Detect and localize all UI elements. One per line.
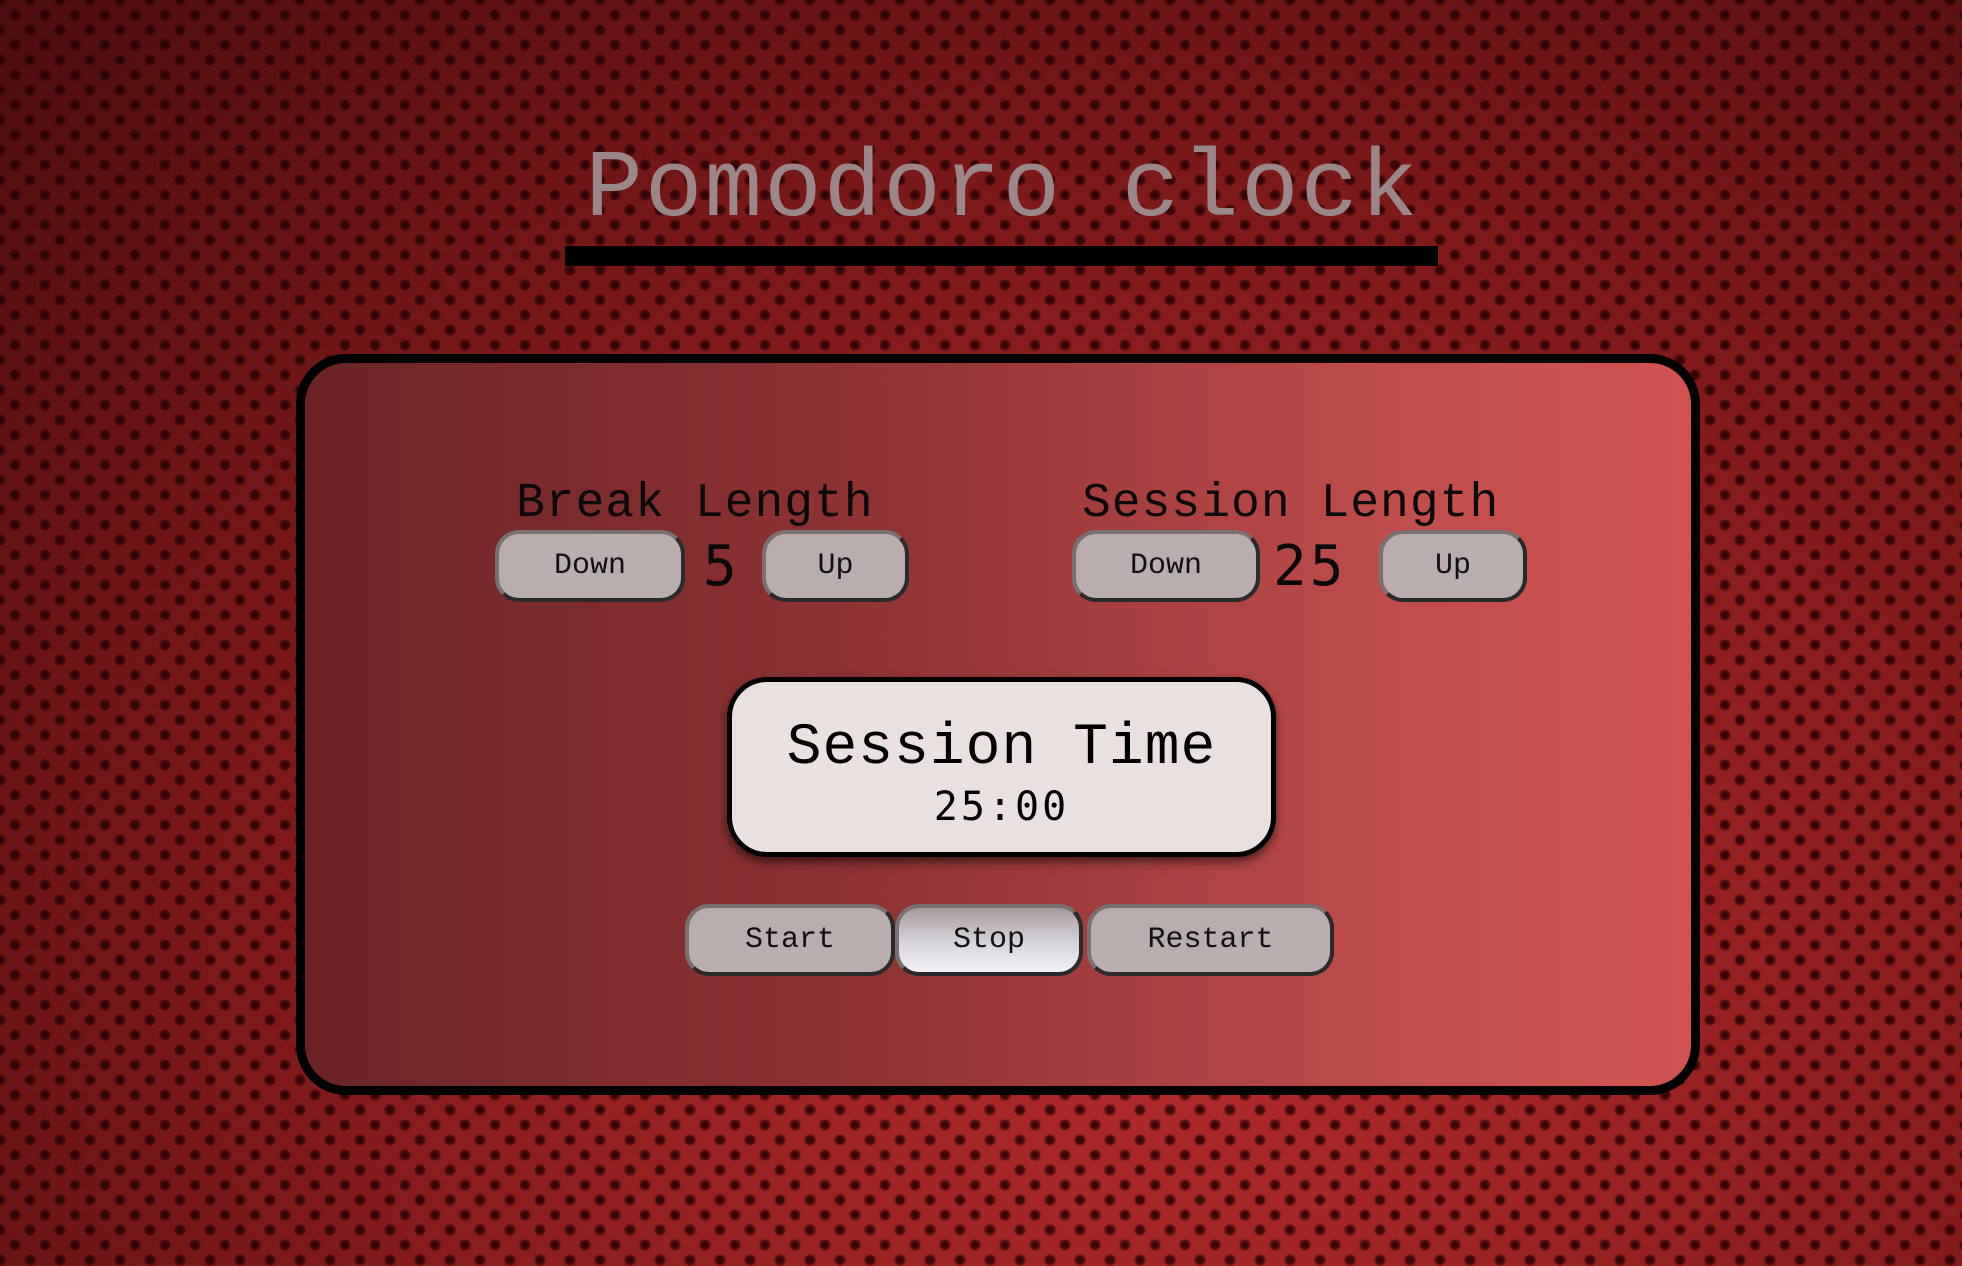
break-length-value: 5 [703, 534, 740, 599]
session-time-display: Session Time 25:00 [727, 677, 1276, 857]
stop-button[interactable]: Stop [895, 904, 1083, 976]
session-length-value: 25 [1273, 534, 1347, 599]
display-title: Session Time [786, 716, 1217, 781]
page-title: Pomodoro clock [585, 135, 1420, 244]
session-down-button[interactable]: Down [1072, 530, 1260, 602]
start-button[interactable]: Start [685, 904, 895, 976]
timer-readout: 25:00 [933, 784, 1070, 830]
break-down-button[interactable]: Down [495, 530, 685, 602]
break-up-button[interactable]: Up [762, 530, 909, 602]
title-underline [565, 246, 1438, 266]
break-length-label: Break Length [516, 477, 874, 531]
session-up-button[interactable]: Up [1379, 530, 1527, 602]
restart-button[interactable]: Restart [1087, 904, 1334, 976]
session-length-label: Session Length [1082, 477, 1500, 531]
